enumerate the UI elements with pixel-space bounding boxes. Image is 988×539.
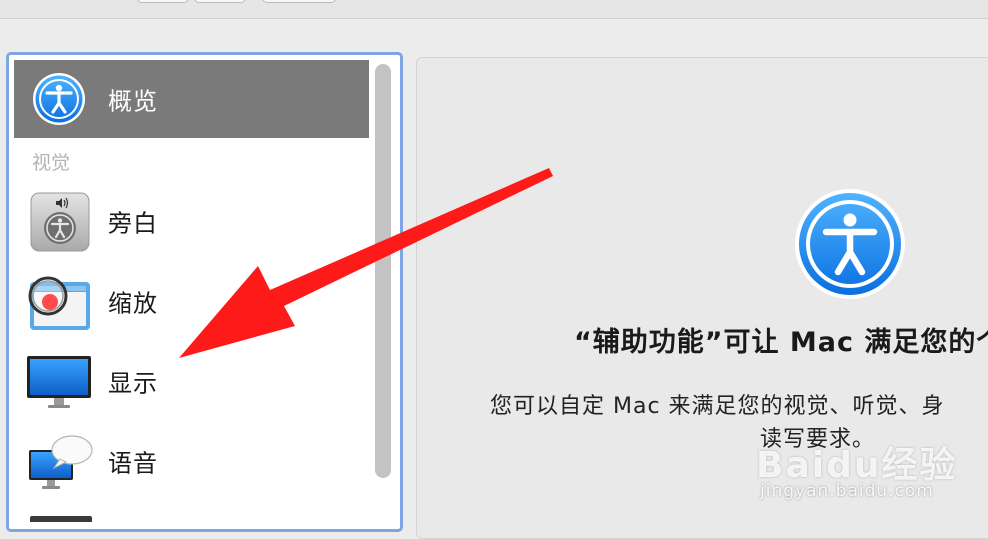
show-all-button[interactable] <box>262 0 336 3</box>
sidebar-item-speech[interactable]: 语音 <box>14 422 369 500</box>
accessibility-large-icon <box>795 189 905 299</box>
sidebar-list[interactable]: 概览 视觉 旁白 缩放 显示 语音 <box>14 60 369 522</box>
sidebar-scrollbar-thumb[interactable] <box>375 64 391 478</box>
forward-button[interactable] <box>194 0 246 3</box>
speech-icon <box>29 435 93 489</box>
next-item-icon-partial <box>30 516 92 522</box>
overview-description: 您可以自定 Mac 来满足您的视觉、听觉、身 <box>490 394 945 419</box>
overview-title: “辅助功能”可让 Mac 满足您的个 <box>574 327 988 358</box>
voiceover-icon <box>30 192 90 252</box>
accessibility-icon <box>33 73 85 125</box>
sidebar-item-label: 语音 <box>108 449 158 478</box>
sidebar-item-display[interactable]: 显示 <box>14 342 369 420</box>
sidebar-item-zoom[interactable]: 缩放 <box>14 262 369 340</box>
sidebar-item-label: 显示 <box>108 369 158 398</box>
sidebar-item-label: 旁白 <box>108 209 158 238</box>
display-icon <box>27 356 91 408</box>
sidebar-item-label: 缩放 <box>108 289 158 318</box>
section-heading-vision: 视觉 <box>32 152 71 174</box>
baidu-watermark-url: jingyan.baidu.com <box>760 481 934 501</box>
sidebar-item-label: 概览 <box>108 87 158 116</box>
zoom-icon <box>28 276 90 330</box>
window-toolbar <box>0 0 988 19</box>
back-button[interactable] <box>137 0 189 3</box>
sidebar-item-overview[interactable]: 概览 <box>14 60 369 138</box>
sidebar-item-voiceover[interactable]: 旁白 <box>14 182 369 260</box>
